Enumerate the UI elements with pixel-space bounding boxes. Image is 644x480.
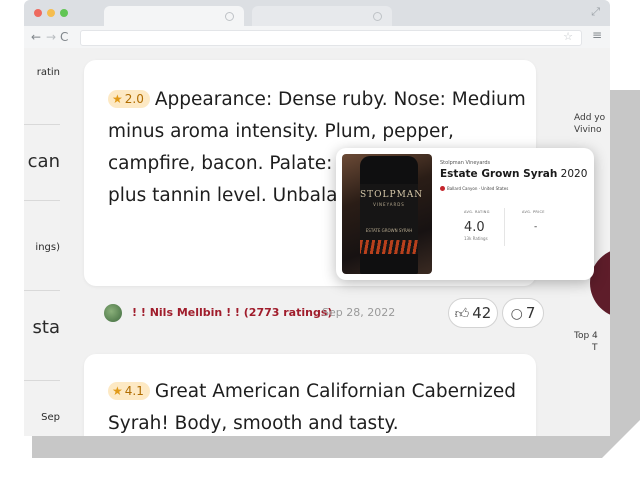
- rating-badge: ★ 4.1: [108, 382, 150, 400]
- rating-value: 4.1: [124, 384, 144, 398]
- left-sidebar: ratin can ings) sta Sep: [24, 48, 60, 436]
- thumbs-up-icon: 👍︎: [454, 306, 470, 322]
- review-card: ★ 4.1 Great American Californian Cabernize…: [84, 354, 536, 436]
- promo-text: Vivino: [574, 125, 602, 135]
- winery-name: Stolpman Vineyards: [440, 160, 491, 166]
- left-sidebar-item[interactable]: ings): [24, 200, 60, 291]
- avg-rating-value: 4.0: [464, 220, 485, 235]
- reviewer-name-link[interactable]: ! ! Nils Mellbin ! ! (2773 ratings): [132, 306, 332, 319]
- star-icon: ★: [112, 384, 123, 398]
- fullscreen-icon[interactable]: ⤢: [591, 5, 600, 19]
- comment-button[interactable]: ○ 7: [502, 298, 544, 328]
- bottle-label: STOLPMAN VINEYARDS ESTATE GROWN SYRAH: [360, 184, 424, 254]
- bottle-sub-text: VINEYARDS: [373, 202, 405, 207]
- bottle-shape: STOLPMAN VINEYARDS ESTATE GROWN SYRAH: [360, 156, 424, 274]
- left-sidebar-item[interactable]: ratin: [24, 48, 60, 125]
- tab-close-icon[interactable]: [225, 12, 234, 21]
- review-text: Great American Californian Cabernized Sy…: [108, 381, 516, 434]
- browser-tab[interactable]: [252, 6, 392, 26]
- address-bar[interactable]: ☆: [80, 30, 582, 46]
- browser-tab-active[interactable]: [104, 6, 244, 26]
- browser-toolbar: ← → C ☆ ≡: [24, 26, 610, 48]
- avg-price-value: -: [534, 222, 538, 232]
- region-text: Ballard Canyon · United States: [447, 186, 509, 191]
- left-sidebar-item[interactable]: Sep: [24, 380, 60, 436]
- back-icon[interactable]: ←: [31, 29, 41, 45]
- left-sidebar-item[interactable]: sta: [24, 290, 60, 381]
- review-body: ★ 4.1 Great American Californian Cabernize…: [108, 376, 538, 436]
- rating-badge: ★ 2.0: [108, 90, 150, 108]
- forward-icon[interactable]: →: [46, 29, 56, 45]
- star-icon: ★: [112, 92, 123, 106]
- ratings-count: 13k Ratings: [464, 236, 488, 241]
- like-button[interactable]: 👍︎ 42: [448, 298, 498, 328]
- bottle-mid-text: ESTATE GROWN SYRAH: [365, 228, 413, 233]
- maximize-window-button[interactable]: [60, 9, 68, 17]
- tab-close-icon[interactable]: [373, 12, 382, 21]
- wine-bottle-image: STOLPMAN VINEYARDS ESTATE GROWN SYRAH: [342, 154, 432, 274]
- bookmark-star-icon[interactable]: ☆: [563, 30, 573, 43]
- review-meta: ! ! Nils Mellbin ! ! (2773 ratings) Sep …: [104, 298, 544, 330]
- minimize-window-button[interactable]: [47, 9, 55, 17]
- left-sidebar-panel: ratin can ings) sta Sep: [24, 48, 60, 436]
- title-bar: ⤢: [24, 0, 610, 26]
- browser-menu-icon[interactable]: ≡: [592, 28, 602, 42]
- wine-name[interactable]: Estate Grown Syrah 2020: [440, 168, 587, 180]
- bottle-brand-text: STOLPMAN: [360, 190, 424, 200]
- left-sidebar-item[interactable]: can: [24, 124, 60, 201]
- rating-value: 2.0: [124, 92, 144, 106]
- avg-rating-label: AVG. RATING: [464, 210, 490, 214]
- like-count: 42: [472, 304, 492, 322]
- top-list-text: T: [592, 343, 598, 353]
- top-list-text: Top 4: [574, 331, 598, 341]
- comment-icon: ○: [510, 306, 523, 322]
- close-window-button[interactable]: [34, 9, 42, 17]
- wine-name-bold: Estate Grown Syrah: [440, 168, 558, 180]
- promo-text: Add yo: [574, 113, 606, 123]
- wine-region: Ballard Canyon · United States: [440, 186, 508, 191]
- bottle-stripes: [360, 240, 418, 254]
- review-date: Sep 28, 2022: [322, 306, 396, 319]
- us-flag-icon: [440, 186, 445, 191]
- reload-icon[interactable]: C: [60, 29, 68, 45]
- avatar[interactable]: [104, 304, 122, 322]
- stat-divider: [504, 208, 505, 246]
- avg-price-label: AVG. PRICE: [522, 210, 545, 214]
- comment-count: 7: [525, 304, 536, 322]
- wine-preview-card[interactable]: STOLPMAN VINEYARDS ESTATE GROWN SYRAH St…: [336, 148, 594, 280]
- wine-vintage: 2020: [560, 168, 588, 180]
